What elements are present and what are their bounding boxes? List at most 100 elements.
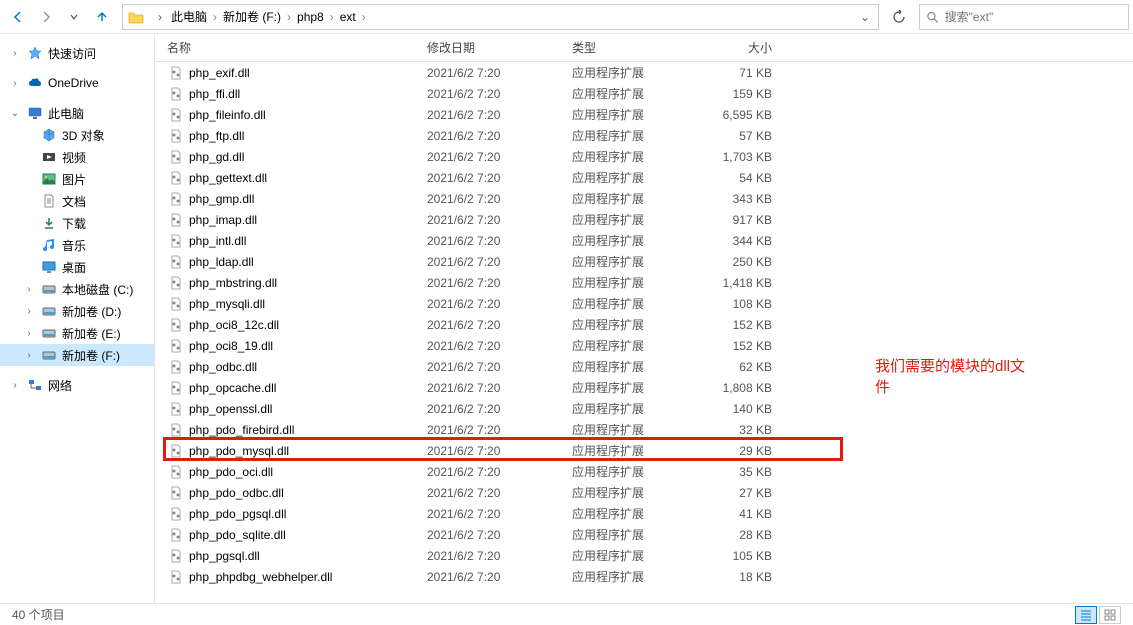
breadcrumb-segment[interactable]: 新加卷 (F:) (221, 10, 283, 24)
file-name: php_mbstring.dll (189, 276, 427, 290)
chevron-right-icon[interactable]: › (22, 328, 36, 339)
file-type: 应用程序扩展 (572, 106, 692, 123)
chevron-right-icon[interactable]: › (22, 350, 36, 361)
file-row[interactable]: php_pgsql.dll2021/6/2 7:20应用程序扩展105 KB (155, 545, 1133, 566)
file-list[interactable]: php_exif.dll2021/6/2 7:20应用程序扩展71 KBphp_… (155, 62, 1133, 602)
nav-recent-dropdown[interactable] (60, 3, 88, 31)
file-size: 152 KB (692, 339, 772, 353)
sidebar-item[interactable]: ›本地磁盘 (C:) (0, 278, 154, 300)
file-row[interactable]: php_mysqli.dll2021/6/2 7:20应用程序扩展108 KB (155, 293, 1133, 314)
file-row[interactable]: php_phpdbg_webhelper.dll2021/6/2 7:20应用程… (155, 566, 1133, 587)
chevron-right-icon[interactable]: › (8, 380, 22, 391)
file-name: php_pdo_oci.dll (189, 465, 427, 479)
address-bar[interactable]: › 此电脑›新加卷 (F:)›php8›ext› ⌄ (122, 4, 879, 30)
view-details-button[interactable] (1075, 606, 1097, 624)
sidebar-item[interactable]: ›新加卷 (F:) (0, 344, 154, 366)
chevron-right-icon[interactable]: › (22, 284, 36, 295)
sidebar-item[interactable]: 音乐 (0, 234, 154, 256)
file-size: 159 KB (692, 87, 772, 101)
sidebar-quick-access[interactable]: › 快速访问 (0, 42, 154, 64)
file-name: php_mysqli.dll (189, 297, 427, 311)
column-name[interactable]: 名称 (167, 39, 427, 56)
file-row[interactable]: php_oci8_12c.dll2021/6/2 7:20应用程序扩展152 K… (155, 314, 1133, 335)
sidebar-item[interactable]: 桌面 (0, 256, 154, 278)
column-date[interactable]: 修改日期 (427, 39, 572, 56)
nav-back-button[interactable] (4, 3, 32, 31)
file-name: php_pdo_mysql.dll (189, 444, 427, 458)
file-row[interactable]: php_gettext.dll2021/6/2 7:20应用程序扩展54 KB (155, 167, 1133, 188)
dll-icon (167, 169, 185, 187)
file-row[interactable]: php_ffi.dll2021/6/2 7:20应用程序扩展159 KB (155, 83, 1133, 104)
sidebar-item-label: 新加卷 (E:) (62, 325, 121, 342)
file-row[interactable]: php_exif.dll2021/6/2 7:20应用程序扩展71 KB (155, 62, 1133, 83)
file-date: 2021/6/2 7:20 (427, 360, 572, 374)
chevron-right-icon[interactable]: › (151, 10, 169, 24)
breadcrumb-segment[interactable]: ext (338, 10, 358, 24)
file-name: php_ffi.dll (189, 87, 427, 101)
chevron-right-icon[interactable]: › (358, 10, 370, 24)
file-row[interactable]: php_pdo_pgsql.dll2021/6/2 7:20应用程序扩展41 K… (155, 503, 1133, 524)
chevron-right-icon[interactable]: › (326, 10, 338, 24)
sidebar-onedrive[interactable]: › OneDrive (0, 72, 154, 94)
item-icon (40, 346, 58, 364)
breadcrumb-segment[interactable]: 此电脑 (169, 10, 209, 24)
file-name: php_intl.dll (189, 234, 427, 248)
file-date: 2021/6/2 7:20 (427, 129, 572, 143)
sidebar-item[interactable]: 图片 (0, 168, 154, 190)
file-size: 1,418 KB (692, 276, 772, 290)
column-type[interactable]: 类型 (572, 39, 692, 56)
file-date: 2021/6/2 7:20 (427, 108, 572, 122)
file-row[interactable]: php_oci8_19.dll2021/6/2 7:20应用程序扩展152 KB (155, 335, 1133, 356)
view-thumbnails-button[interactable] (1099, 606, 1121, 624)
file-type: 应用程序扩展 (572, 211, 692, 228)
file-row[interactable]: php_imap.dll2021/6/2 7:20应用程序扩展917 KB (155, 209, 1133, 230)
file-size: 250 KB (692, 255, 772, 269)
file-row[interactable]: php_openssl.dll2021/6/2 7:20应用程序扩展140 KB (155, 398, 1133, 419)
chevron-right-icon[interactable]: › (22, 306, 36, 317)
file-row[interactable]: php_intl.dll2021/6/2 7:20应用程序扩展344 KB (155, 230, 1133, 251)
nav-forward-button[interactable] (32, 3, 60, 31)
sidebar-item[interactable]: 视频 (0, 146, 154, 168)
sidebar-item[interactable]: › 新加卷 (D:) (0, 300, 154, 322)
chevron-right-icon[interactable]: › (8, 48, 22, 59)
chevron-down-icon[interactable]: ⌄ (8, 108, 22, 119)
sidebar-item[interactable]: › 新加卷 (E:) (0, 322, 154, 344)
sidebar: › 快速访问 › OneDrive ⌄ 此电脑 3D 对象视频图片文档下载音乐桌… (0, 34, 155, 604)
file-type: 应用程序扩展 (572, 400, 692, 417)
sidebar-item[interactable]: 3D 对象 (0, 124, 154, 146)
chevron-right-icon[interactable]: › (8, 78, 22, 89)
file-date: 2021/6/2 7:20 (427, 87, 572, 101)
search-box[interactable] (919, 4, 1129, 30)
file-row[interactable]: php_pdo_firebird.dll2021/6/2 7:20应用程序扩展3… (155, 419, 1133, 440)
breadcrumb-segment[interactable]: php8 (295, 10, 326, 24)
file-row[interactable]: php_pdo_mysql.dll2021/6/2 7:20应用程序扩展29 K… (155, 440, 1133, 461)
file-row[interactable]: php_pdo_sqlite.dll2021/6/2 7:20应用程序扩展28 … (155, 524, 1133, 545)
file-row[interactable]: php_gd.dll2021/6/2 7:20应用程序扩展1,703 KB (155, 146, 1133, 167)
sidebar-item[interactable]: 下载 (0, 212, 154, 234)
file-row[interactable]: php_gmp.dll2021/6/2 7:20应用程序扩展343 KB (155, 188, 1133, 209)
file-type: 应用程序扩展 (572, 526, 692, 543)
nav-up-button[interactable] (88, 3, 116, 31)
column-size[interactable]: 大小 (692, 39, 772, 56)
file-row[interactable]: php_mbstring.dll2021/6/2 7:20应用程序扩展1,418… (155, 272, 1133, 293)
chevron-right-icon[interactable]: › (283, 10, 295, 24)
sidebar-this-pc[interactable]: ⌄ 此电脑 (0, 102, 154, 124)
file-row[interactable]: php_fileinfo.dll2021/6/2 7:20应用程序扩展6,595… (155, 104, 1133, 125)
file-row[interactable]: php_pdo_odbc.dll2021/6/2 7:20应用程序扩展27 KB (155, 482, 1133, 503)
file-row[interactable]: php_pdo_oci.dll2021/6/2 7:20应用程序扩展35 KB (155, 461, 1133, 482)
sidebar-network[interactable]: › 网络 (0, 374, 154, 396)
file-type: 应用程序扩展 (572, 568, 692, 585)
address-dropdown-icon[interactable]: ⌄ (856, 10, 874, 24)
sidebar-item-label: 新加卷 (D:) (62, 303, 121, 320)
file-date: 2021/6/2 7:20 (427, 150, 572, 164)
dll-icon (167, 211, 185, 229)
refresh-button[interactable] (885, 4, 913, 30)
search-input[interactable] (945, 10, 1122, 24)
chevron-right-icon[interactable]: › (209, 10, 221, 24)
file-type: 应用程序扩展 (572, 316, 692, 333)
file-row[interactable]: php_ldap.dll2021/6/2 7:20应用程序扩展250 KB (155, 251, 1133, 272)
file-row[interactable]: php_ftp.dll2021/6/2 7:20应用程序扩展57 KB (155, 125, 1133, 146)
sidebar-item[interactable]: 文档 (0, 190, 154, 212)
file-size: 32 KB (692, 423, 772, 437)
file-name: php_oci8_12c.dll (189, 318, 427, 332)
